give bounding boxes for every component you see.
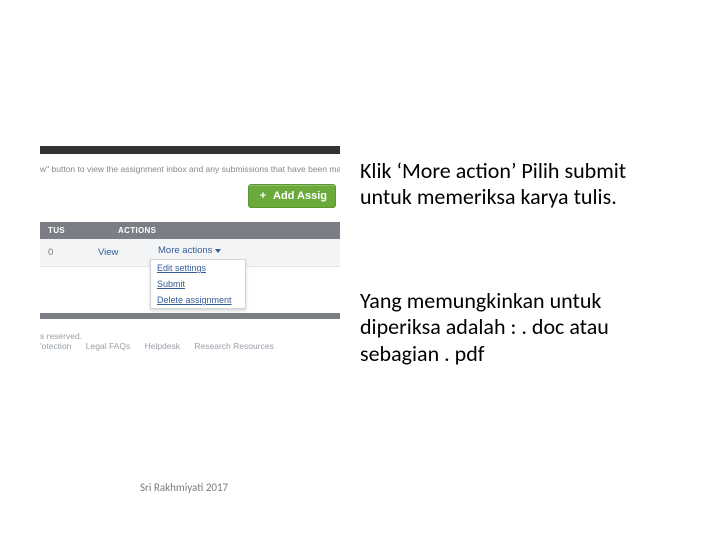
menu-item-delete-assignment[interactable]: Delete assignment bbox=[151, 292, 245, 308]
screenshot-panel: w" button to view the assignment inbox a… bbox=[40, 146, 340, 374]
slide-credit: Sri Rakhmiyati 2017 bbox=[140, 481, 228, 494]
cell-more-actions[interactable]: More actions Edit settings Submit Delete… bbox=[150, 239, 230, 266]
col-status: TUS bbox=[40, 222, 110, 239]
add-button-label: Add Assig bbox=[273, 190, 327, 202]
more-actions-label: More actions bbox=[158, 245, 212, 256]
footer-link[interactable]: Research Resources bbox=[194, 341, 273, 351]
footer-link[interactable]: 'otection bbox=[40, 341, 71, 351]
screenshot-footer: s reserved. 'otection Legal FAQs Helpdes… bbox=[40, 319, 340, 351]
menu-item-submit[interactable]: Submit bbox=[151, 276, 245, 292]
instruction-paragraph-2: Yang memungkinkan untuk diperiksa adalah… bbox=[360, 288, 680, 367]
chevron-down-icon bbox=[215, 249, 221, 253]
slide: w" button to view the assignment inbox a… bbox=[0, 0, 720, 540]
screenshot-caption: w" button to view the assignment inbox a… bbox=[40, 154, 340, 180]
add-assignment-button[interactable]: + Add Assig bbox=[248, 184, 336, 208]
screenshot-header-bar bbox=[40, 146, 340, 154]
cell-status: 0 bbox=[40, 239, 90, 266]
table-row: 0 View More actions Edit settings Submit… bbox=[40, 239, 340, 267]
footer-text: s reserved. bbox=[40, 331, 82, 341]
table-header-row: TUS ACTIONS bbox=[40, 222, 340, 239]
more-actions-menu: Edit settings Submit Delete assignment bbox=[150, 259, 246, 309]
cell-view[interactable]: View bbox=[90, 239, 150, 266]
instruction-paragraph-1: Klik ‘More action’ Pilih submit untuk me… bbox=[360, 158, 680, 211]
button-row: + Add Assig bbox=[40, 180, 340, 222]
plus-icon: + bbox=[257, 190, 269, 202]
menu-item-edit-settings[interactable]: Edit settings bbox=[151, 260, 245, 276]
col-actions: ACTIONS bbox=[110, 222, 340, 239]
footer-link[interactable]: Legal FAQs bbox=[86, 341, 130, 351]
footer-link[interactable]: Helpdesk bbox=[145, 341, 180, 351]
